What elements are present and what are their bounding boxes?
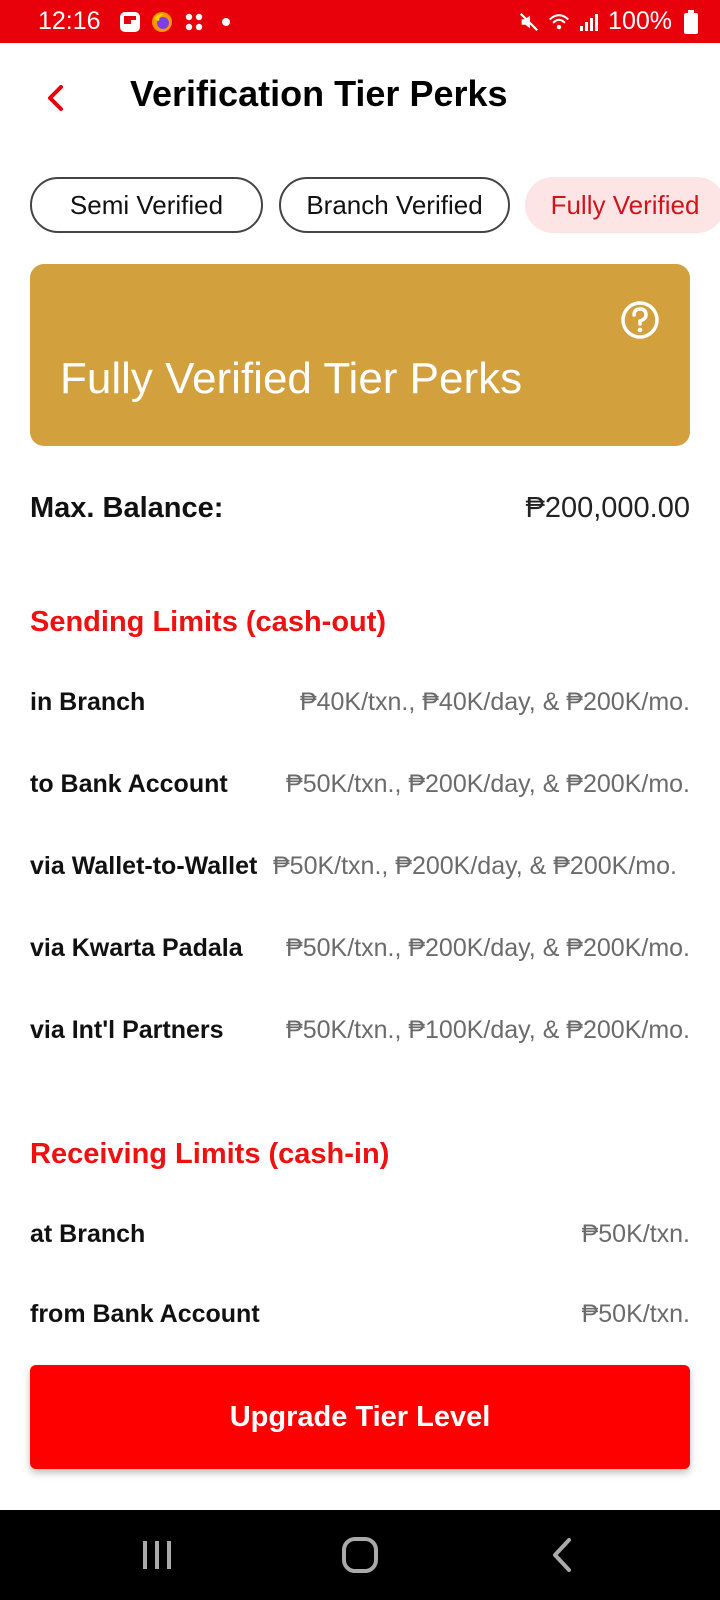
sending-row-wallet: via Wallet-to-Wallet ₱50K/txn., ₱200K/da… <box>30 852 690 892</box>
sending-row-branch: in Branch ₱40K/txn., ₱40K/day, & ₱200K/m… <box>30 688 690 728</box>
max-balance-row: Max. Balance: ₱200,000.00 <box>30 488 690 528</box>
signal-icon <box>578 11 600 33</box>
limit-value: ₱50K/txn., ₱200K/day, & ₱200K/mo. <box>286 770 690 798</box>
limit-label: via Kwarta Padala <box>30 934 243 963</box>
limit-value: ₱50K/txn. <box>581 1300 690 1325</box>
back-button[interactable] <box>28 71 82 125</box>
wifi-icon <box>548 11 570 33</box>
max-balance-label: Max. Balance: <box>30 491 224 524</box>
status-time: 12:16 <box>38 7 101 35</box>
limit-value: ₱50K/txn., ₱200K/day, & ₱200K/mo. <box>286 934 690 962</box>
tab-semi-verified[interactable]: Semi Verified <box>30 177 263 233</box>
tab-fully-verified[interactable]: Fully Verified <box>525 177 720 233</box>
chevron-left-icon <box>48 85 63 111</box>
status-left: 12:16 <box>38 7 237 36</box>
limit-label: at Branch <box>30 1220 146 1249</box>
system-nav-bar <box>0 1510 720 1600</box>
firefox-icon <box>151 11 173 33</box>
tier-tabs: Semi Verified Branch Verified Fully Veri… <box>30 177 720 233</box>
status-bar: 12:16 100% <box>0 0 720 43</box>
status-right: 100% <box>518 7 702 36</box>
receiving-limits-title: Receiving Limits (cash-in) <box>30 1138 390 1170</box>
battery-icon <box>680 9 702 34</box>
limit-value: ₱50K/txn., ₱200K/day, & ₱200K/mo. <box>273 852 677 880</box>
limit-value: ₱50K/txn., ₱100K/day, & ₱200K/mo. <box>286 1016 690 1044</box>
apps-icon <box>183 11 205 33</box>
mute-icon <box>518 11 540 33</box>
limit-value: ₱50K/txn. <box>581 1220 690 1248</box>
tier-card: Fully Verified Tier Perks <box>30 264 690 446</box>
limit-label: via Int'l Partners <box>30 1016 224 1045</box>
receiving-row-branch: at Branch ₱50K/txn. <box>30 1220 690 1260</box>
app-bar: Verification Tier Perks <box>0 43 720 151</box>
tab-branch-verified[interactable]: Branch Verified <box>279 177 510 233</box>
home-icon[interactable] <box>330 1530 390 1580</box>
limits-scroll-area[interactable]: Sending Limits (cash-out) in Branch ₱40K… <box>0 560 720 1325</box>
sending-limits-title: Sending Limits (cash-out) <box>30 606 387 638</box>
limit-label: via Wallet-to-Wallet <box>30 852 258 881</box>
limit-label: to Bank Account <box>30 770 228 799</box>
sending-row-intl-partners: via Int'l Partners ₱50K/txn., ₱100K/day,… <box>30 1016 690 1056</box>
battery-level: 100% <box>608 7 672 35</box>
sending-row-bank: to Bank Account ₱50K/txn., ₱200K/day, & … <box>30 770 690 810</box>
page-title: Verification Tier Perks <box>130 73 508 114</box>
limit-value: ₱40K/txn., ₱40K/day, & ₱200K/mo. <box>299 688 690 716</box>
dot-icon <box>215 11 237 33</box>
recents-icon[interactable] <box>127 1530 187 1580</box>
upgrade-tier-button[interactable]: Upgrade Tier Level <box>30 1365 690 1469</box>
sending-row-kwarta-padala: via Kwarta Padala ₱50K/txn., ₱200K/day, … <box>30 934 690 974</box>
receiving-row-bank: from Bank Account ₱50K/txn. <box>30 1300 690 1325</box>
tier-card-title: Fully Verified Tier Perks <box>60 354 523 403</box>
limit-label: in Branch <box>30 688 146 717</box>
back-icon[interactable] <box>532 1530 592 1580</box>
max-balance-value: ₱200,000.00 <box>525 491 690 524</box>
question-circle-icon[interactable] <box>620 300 660 340</box>
limit-label: from Bank Account <box>30 1300 260 1325</box>
flipboard-icon <box>119 11 141 33</box>
